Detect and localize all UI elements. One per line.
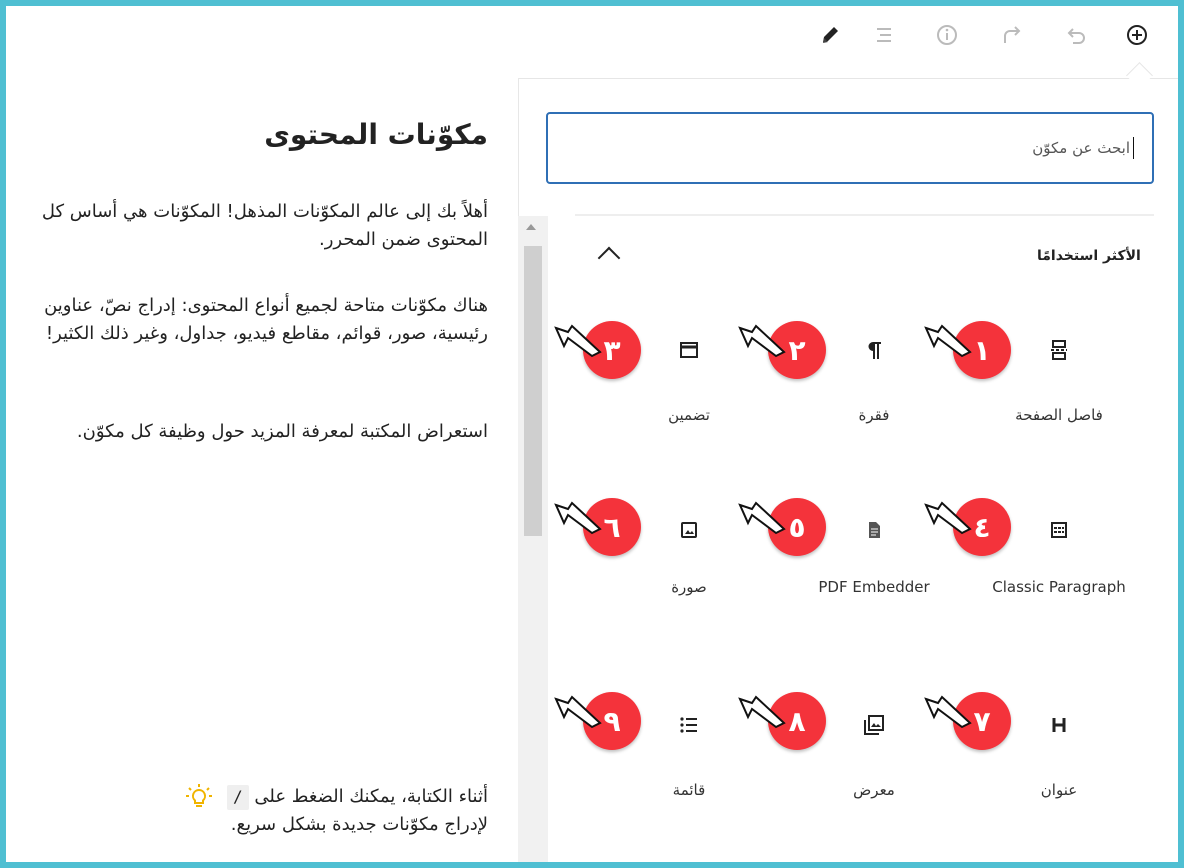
pointer-arrow-icon	[554, 693, 604, 729]
shortcut-tip: أثناء الكتابة، يمكنك الضغط على / لإدراج …	[32, 783, 488, 839]
list-icon	[677, 708, 701, 742]
tip-before: أثناء الكتابة، يمكنك الضغط على	[254, 786, 488, 807]
app-frame: مكوّنات المحتوى أهلاً بك إلى عالم المكوّ…	[0, 0, 1184, 868]
scroll-up-arrow-icon[interactable]	[526, 224, 536, 230]
search-value: ابحث عن مكوّن	[1032, 139, 1130, 157]
badge-number: ٦	[603, 510, 621, 544]
blocks-sidebar: مكوّنات المحتوى أهلاً بك إلى عالم المكوّ…	[6, 78, 518, 862]
collapse-chevron-icon[interactable]	[597, 246, 621, 270]
block-label: PDF Embedder	[818, 578, 930, 596]
badge-number: ٢	[788, 333, 806, 367]
tip-after: لإدراج مكوّنات جديدة بشكل سريع.	[230, 813, 488, 835]
pointer-arrow-icon	[924, 693, 974, 729]
pointer-arrow-icon	[554, 499, 604, 535]
block-label: صورة	[671, 578, 707, 596]
page-break-icon	[1047, 333, 1071, 367]
info-icon[interactable]	[930, 18, 964, 52]
top-toolbar	[6, 6, 1178, 89]
badge-number: ٣	[603, 333, 621, 367]
block-label: قائمة	[672, 781, 706, 799]
slash-key: /	[227, 785, 249, 810]
redo-icon[interactable]	[994, 18, 1028, 52]
classic-paragraph-icon	[1047, 513, 1071, 547]
library-paragraph: استعراض المكتبة لمعرفة المزيد حول وظيفة …	[76, 421, 488, 442]
block-label: عنوان	[1040, 781, 1078, 799]
lightbulb-icon	[185, 783, 213, 815]
badge-number: ٨	[788, 704, 806, 738]
content-types-paragraph: هناك مكوّنات متاحة لجميع أنواع المحتوى: …	[44, 295, 488, 344]
heading-icon	[1047, 708, 1071, 742]
pencil-icon[interactable]	[814, 18, 848, 52]
scroll-thumb[interactable]	[524, 246, 542, 536]
pointer-arrow-icon	[924, 322, 974, 358]
divider	[575, 214, 1154, 216]
image-icon	[677, 513, 701, 547]
embed-icon	[677, 333, 701, 367]
pointer-arrow-icon	[924, 499, 974, 535]
paragraph-icon	[862, 333, 886, 367]
block-search-input[interactable]: ابحث عن مكوّن	[546, 112, 1154, 184]
tip-text: أثناء الكتابة، يمكنك الضغط على / لإدراج …	[227, 783, 488, 839]
pointer-arrow-icon	[738, 322, 788, 358]
block-label: فاصل الصفحة	[1015, 406, 1103, 424]
badge-number: ١	[973, 333, 991, 367]
badge-number: ٥	[788, 510, 806, 544]
block-label: Classic Paragraph	[992, 578, 1126, 596]
badge-number: ٧	[973, 704, 991, 738]
scrollbar[interactable]	[518, 216, 548, 862]
add-block-icon[interactable]	[1120, 18, 1154, 52]
undo-icon[interactable]	[1060, 18, 1094, 52]
block-label: تضمين	[668, 406, 710, 424]
badge-number: ٤	[973, 510, 991, 544]
block-label: فقرة	[858, 406, 890, 424]
gallery-icon	[862, 708, 886, 742]
pointer-arrow-icon	[738, 499, 788, 535]
sidebar-title: مكوّنات المحتوى	[264, 118, 488, 151]
pointer-arrow-icon	[554, 322, 604, 358]
pdf-document-icon	[862, 513, 886, 547]
text-caret	[1133, 137, 1134, 159]
section-title: الأكثر استخدامًا	[1037, 248, 1141, 264]
intro-paragraph: أهلاً بك إلى عالم المكوّنات المذهل! المك…	[41, 201, 488, 250]
pointer-arrow-icon	[738, 693, 788, 729]
block-label: معرض	[853, 781, 895, 799]
list-view-icon[interactable]	[866, 18, 900, 52]
badge-number: ٩	[603, 704, 621, 738]
